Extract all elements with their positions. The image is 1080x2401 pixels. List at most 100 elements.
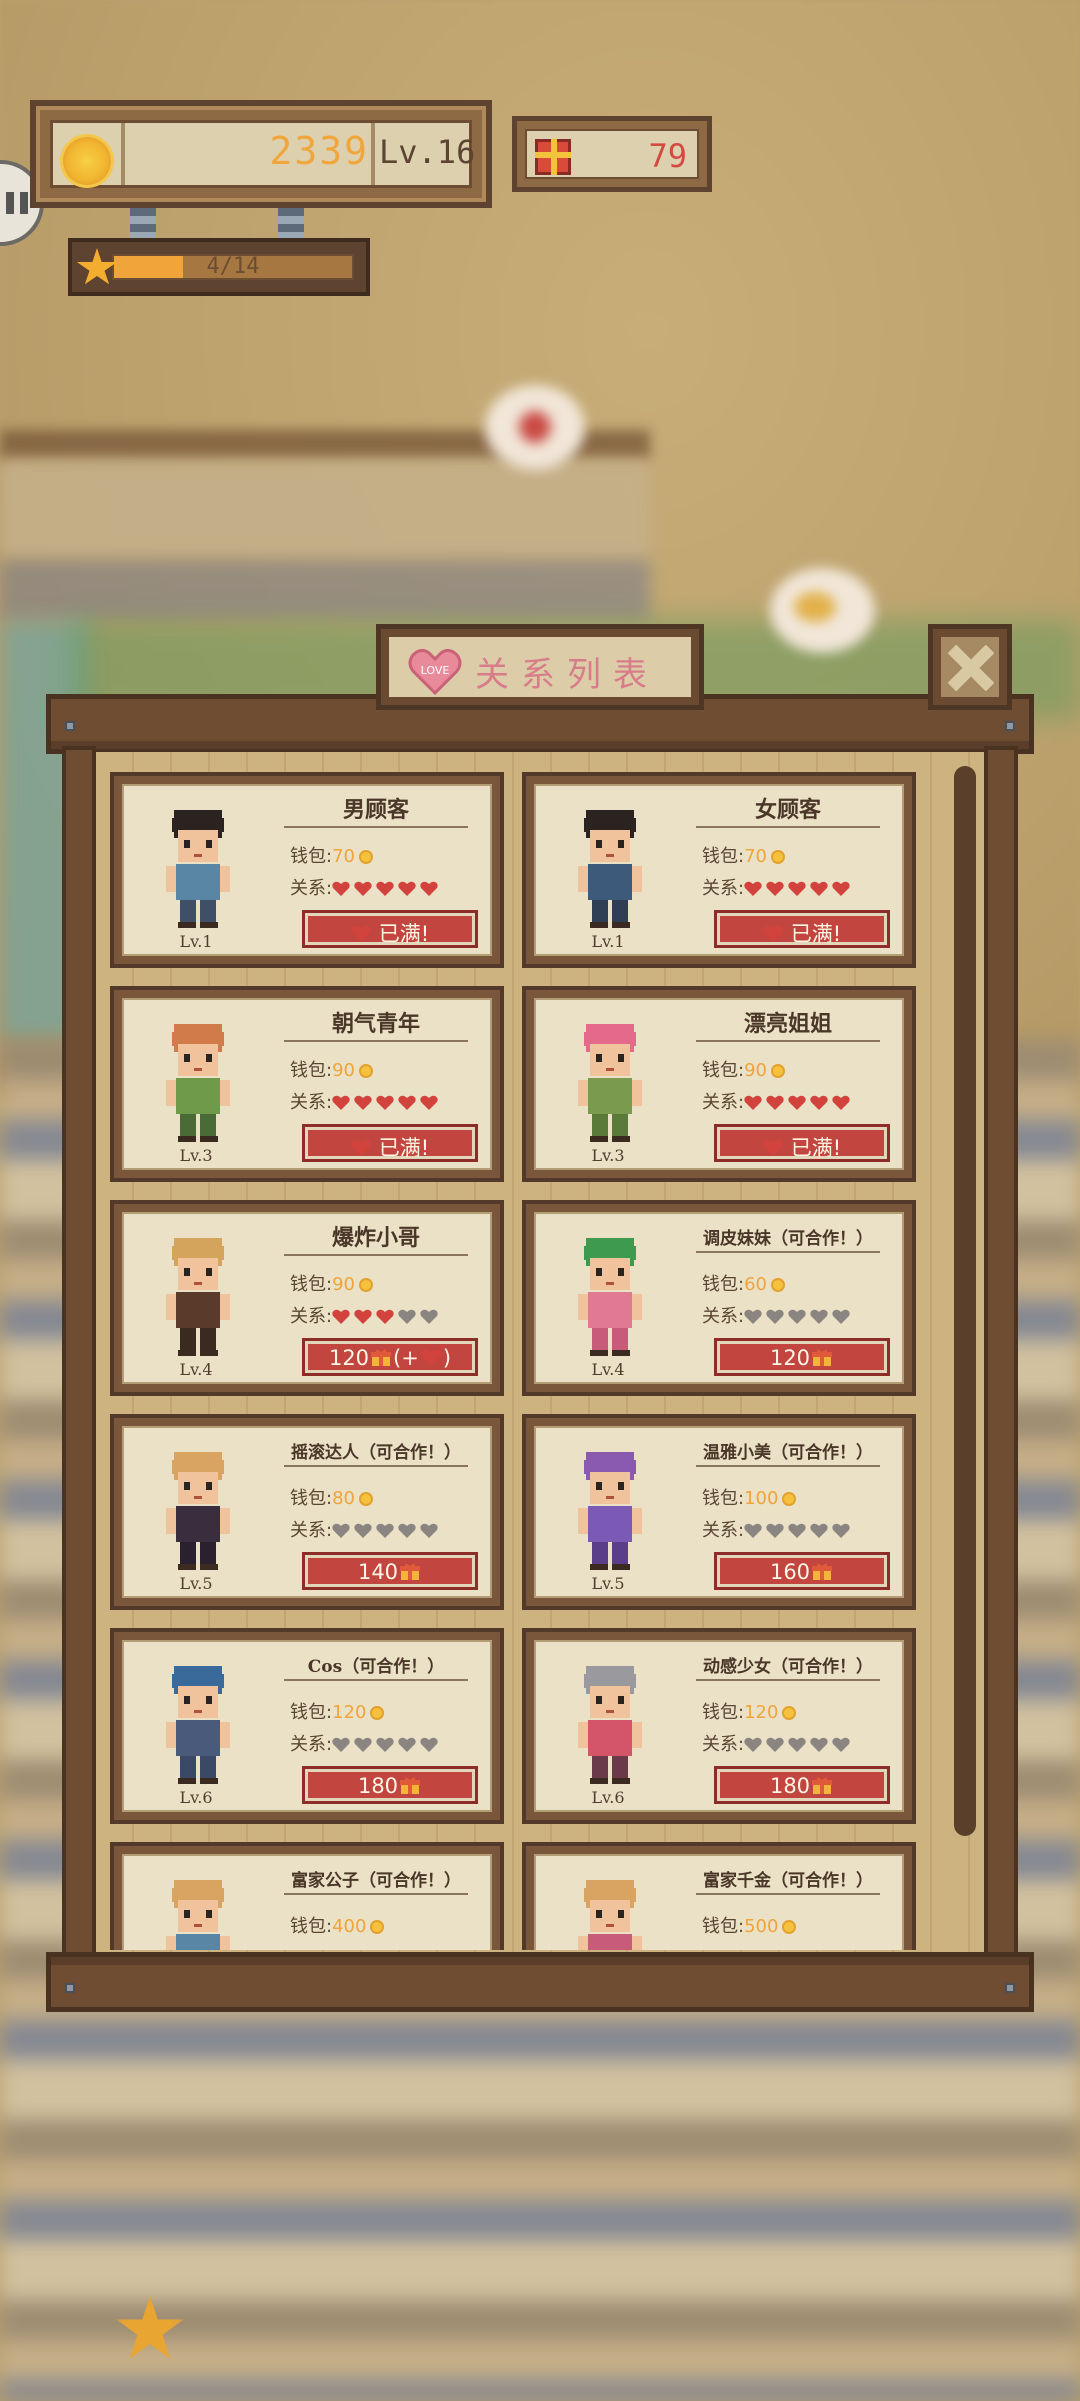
relation-row: 关系: <box>290 1730 442 1758</box>
heart-icon <box>351 924 371 942</box>
relation-full-button[interactable]: 已满! <box>714 910 890 948</box>
gift-button[interactable]: 160 <box>714 1552 890 1590</box>
relation-label: 关系: <box>702 878 745 899</box>
wallet-row: 钱包:120 <box>702 1698 797 1724</box>
gift-button[interactable]: 180 <box>302 1766 478 1804</box>
wallet-row: 钱包:70 <box>702 842 785 868</box>
heart-full-icon <box>376 881 394 897</box>
heart-empty-icon <box>810 1309 828 1325</box>
customer-avatar <box>154 1874 242 1950</box>
customer-card[interactable]: Lv.1 女顾客 钱包:70 关系: 已满! <box>522 772 916 968</box>
heart-empty-icon <box>332 1737 350 1753</box>
heart-empty-icon <box>766 1523 784 1539</box>
gift-button[interactable]: 120 (+) <box>302 1338 478 1376</box>
customer-card[interactable]: Lv.3 漂亮姐姐 钱包:90 关系: 已满! <box>522 986 916 1182</box>
customer-card[interactable]: Lv.4 爆炸小哥 钱包:90 关系: 120 (+) <box>110 1200 504 1396</box>
heart-empty-icon <box>398 1523 416 1539</box>
bolt-icon <box>65 1983 75 1993</box>
heart-icon <box>763 1138 783 1156</box>
heart-full-icon <box>332 881 350 897</box>
gift-cost: 160 <box>769 1560 811 1584</box>
gift-button[interactable]: 180 <box>714 1766 890 1804</box>
customer-level: Lv.5 <box>591 1574 625 1593</box>
wallet-label: 钱包: <box>702 1274 745 1295</box>
relation-full-button[interactable]: 已满! <box>302 910 478 948</box>
wallet-value: 90 <box>332 1274 355 1295</box>
customer-card[interactable]: Lv.6 Cos（可合作！） 钱包:120 关系: 180 <box>110 1628 504 1824</box>
customer-level: Lv.4 <box>179 1360 213 1379</box>
heart-empty-icon <box>420 1737 438 1753</box>
player-level: Lv.16 <box>379 133 476 171</box>
wallet-value: 100 <box>744 1488 779 1509</box>
heart-empty-icon <box>420 1309 438 1325</box>
customer-name: 朝气青年 <box>284 1006 468 1042</box>
customer-card[interactable]: Lv.5 摇滚达人（可合作！） 钱包:80 关系: 140 <box>110 1414 504 1610</box>
wallet-label: 钱包: <box>290 1274 333 1295</box>
heart-full-icon <box>354 1309 372 1325</box>
bolt-icon <box>1005 1983 1015 1993</box>
customer-card[interactable]: Lv.4 调皮妹妹（可合作！） 钱包:60 关系: 120 <box>522 1200 916 1396</box>
wallet-row: 钱包:90 <box>290 1056 373 1082</box>
heart-icon <box>351 1138 371 1156</box>
star-progress-bar: 4/14 <box>68 238 370 296</box>
shop-shelf-lower <box>0 560 650 620</box>
customer-avatar <box>154 1232 242 1360</box>
customer-card[interactable]: 富家千金（可合作！） 钱包:500 <box>522 1842 916 1950</box>
customer-level: Lv.3 <box>591 1146 625 1165</box>
wallet-value: 90 <box>744 1060 767 1081</box>
wallet-label: 钱包: <box>702 1916 745 1937</box>
gift-icon <box>812 1562 833 1580</box>
customer-card[interactable]: Lv.6 动感少女（可合作！） 钱包:120 关系: 180 <box>522 1628 916 1824</box>
close-button[interactable] <box>928 624 1012 710</box>
customer-avatar <box>566 804 654 932</box>
customer-name: Cos（可合作！） <box>284 1652 468 1681</box>
wallet-label: 钱包: <box>702 846 745 867</box>
customer-level: Lv.1 <box>179 932 213 951</box>
heart-full-icon <box>420 1095 438 1111</box>
heart-empty-icon <box>788 1523 806 1539</box>
heart-full-icon <box>398 1095 416 1111</box>
gift-cost: 180 <box>357 1774 399 1798</box>
gift-counter[interactable]: 79 <box>512 116 712 192</box>
heart-empty-icon <box>744 1523 762 1539</box>
customer-name: 富家千金（可合作！） <box>696 1866 880 1895</box>
gift-button[interactable]: 120 <box>714 1338 890 1376</box>
gift-button[interactable]: 140 <box>302 1552 478 1590</box>
relation-row: 关系: <box>702 1088 854 1116</box>
coin-icon <box>782 1492 797 1506</box>
relation-label: 关系: <box>290 1520 333 1541</box>
button-label: 已满! <box>790 1136 842 1160</box>
coin-icon <box>782 1920 797 1934</box>
heart-full-icon <box>788 881 806 897</box>
wallet-label: 钱包: <box>290 846 333 867</box>
heart-empty-icon <box>398 1309 416 1325</box>
shop-shelf <box>0 460 650 560</box>
customer-avatar <box>566 1018 654 1146</box>
wallet-label: 钱包: <box>702 1488 745 1509</box>
heart-full-icon <box>832 1095 850 1111</box>
coin-icon <box>358 1064 373 1078</box>
customer-card[interactable]: Lv.3 朝气青年 钱包:90 关系: 已满! <box>110 986 504 1182</box>
customer-level: Lv.5 <box>179 1574 213 1593</box>
board-post-left <box>62 746 96 1956</box>
list-scrollbar[interactable] <box>954 766 976 1836</box>
heart-empty-icon <box>332 1523 350 1539</box>
heart-full-icon <box>376 1309 394 1325</box>
relationship-list[interactable]: Lv.1 男顾客 钱包:70 关系: 已满! Lv.1 女顾客钱包:70 关系: 已满! Lv.3… <box>96 772 946 1950</box>
wallet-value: 400 <box>332 1916 367 1937</box>
relation-full-button[interactable]: 已满! <box>714 1124 890 1162</box>
customer-card[interactable]: Lv.1 男顾客 钱包:70 关系: 已满! <box>110 772 504 968</box>
customer-card[interactable]: 富家公子（可合作！） 钱包:400 <box>110 1842 504 1950</box>
customer-level: Lv.4 <box>591 1360 625 1379</box>
heart-empty-icon <box>832 1523 850 1539</box>
coin-icon <box>782 1706 797 1720</box>
wallet-row: 钱包:500 <box>702 1912 797 1938</box>
relation-label: 关系: <box>290 1734 333 1755</box>
relation-full-button[interactable]: 已满! <box>302 1124 478 1162</box>
customer-name: 女顾客 <box>696 792 880 828</box>
wallet-row: 钱包:90 <box>702 1056 785 1082</box>
customer-card[interactable]: Lv.5 温雅小美（可合作！） 钱包:100 关系: 160 <box>522 1414 916 1610</box>
heart-empty-icon <box>420 1523 438 1539</box>
coin-count: 2339 <box>269 129 369 173</box>
wallet-label: 钱包: <box>290 1916 333 1937</box>
